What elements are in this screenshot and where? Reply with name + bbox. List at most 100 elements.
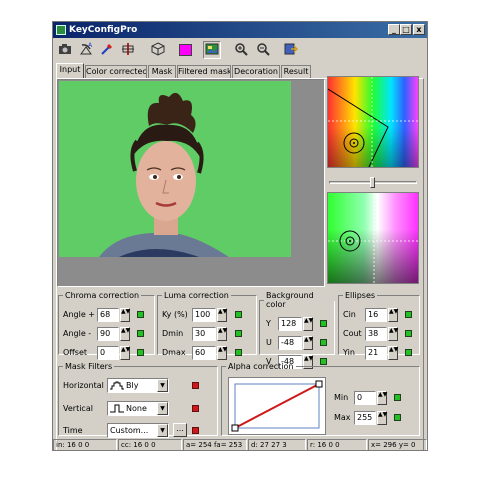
- horizontal-filter-value: Bly: [126, 381, 139, 390]
- alpha-correction-group: Alpha correction Min 0 ▲▼ Max 255 ▲▼: [221, 362, 420, 436]
- alpha-min-input[interactable]: 0: [354, 391, 376, 405]
- angle-plus-spinner[interactable]: ▲▼: [120, 308, 130, 322]
- swatch-fill: [179, 44, 192, 56]
- cin-label: Cin: [343, 310, 356, 319]
- background-color-group: Background color Y 128 ▲▼ U -48 ▲▼ V -48…: [259, 291, 335, 369]
- vertical-filter-select[interactable]: None ▼: [107, 401, 169, 416]
- offset-input[interactable]: 0: [97, 346, 119, 360]
- status-input: in: 16 0 0: [53, 439, 117, 450]
- horizontal-filter-select[interactable]: Bly ▼: [107, 378, 169, 393]
- y-led[interactable]: [320, 320, 327, 327]
- offset-spinner[interactable]: ▲▼: [120, 346, 130, 360]
- ky-spinner[interactable]: ▲▼: [217, 308, 227, 322]
- cube-icon[interactable]: [149, 41, 167, 59]
- dmin-label: Dmin: [162, 329, 184, 338]
- camera-icon[interactable]: [56, 41, 74, 59]
- alpha-min-led[interactable]: [394, 394, 401, 401]
- time-browse-button[interactable]: ...: [173, 423, 187, 437]
- angle-minus-input[interactable]: 90: [97, 327, 119, 341]
- cout-input[interactable]: 38: [365, 327, 387, 341]
- y-spinner[interactable]: ▲▼: [303, 317, 313, 331]
- cin-spinner[interactable]: ▲▼: [388, 308, 398, 322]
- cout-spinner[interactable]: ▲▼: [388, 327, 398, 341]
- alpha-max-input[interactable]: 255: [354, 411, 376, 425]
- export-icon[interactable]: [282, 41, 300, 59]
- vertical-led[interactable]: [192, 405, 199, 412]
- cout-label: Cout: [343, 329, 362, 338]
- offset-label: Offset: [63, 348, 88, 357]
- image-viewer[interactable]: [57, 79, 325, 287]
- chevron-down-icon[interactable]: ▼: [157, 379, 168, 392]
- time-filter-select[interactable]: Custom... ▼: [107, 423, 169, 438]
- input-photo: [59, 81, 291, 257]
- ky-led[interactable]: [235, 311, 242, 318]
- dmin-led[interactable]: [235, 330, 242, 337]
- yin-input[interactable]: 21: [365, 346, 387, 360]
- svg-text:A: A: [88, 42, 93, 49]
- alpha-handle-low[interactable]: [231, 424, 239, 432]
- ellipses-group: Ellipses Cin 16 ▲▼ Cout 38 ▲▼ Yin 21 ▲▼: [338, 291, 420, 360]
- mask-filters-title: Mask Filters: [65, 362, 113, 371]
- alpha-max-led[interactable]: [394, 414, 401, 421]
- vectorscope-upper[interactable]: [327, 76, 419, 168]
- u-spinner[interactable]: ▲▼: [303, 336, 313, 350]
- ellipses-title: Ellipses: [345, 291, 376, 300]
- dmax-label: Dmax: [162, 348, 186, 357]
- time-label: Time: [63, 426, 83, 435]
- tab-result[interactable]: Result: [281, 65, 311, 79]
- yin-label: Yin: [343, 348, 355, 357]
- u-input[interactable]: -48: [278, 336, 302, 350]
- cout-led[interactable]: [405, 330, 412, 337]
- chevron-down-icon[interactable]: ▼: [157, 424, 168, 437]
- dmin-input[interactable]: 30: [192, 327, 216, 341]
- dmax-input[interactable]: 60: [192, 346, 216, 360]
- alpha-min-spinner[interactable]: ▲▼: [377, 391, 387, 405]
- maximize-button[interactable]: □: [400, 24, 412, 35]
- offset-led[interactable]: [137, 349, 144, 356]
- horizontal-led[interactable]: [192, 382, 199, 389]
- cin-input[interactable]: 16: [365, 308, 387, 322]
- angle-plus-led[interactable]: [137, 311, 144, 318]
- yin-led[interactable]: [405, 349, 412, 356]
- status-xy: x= 296 y= 0: [368, 439, 427, 450]
- status-r: r: 16 0 0: [307, 439, 367, 450]
- tab-color-corrected[interactable]: Color correctec: [85, 65, 147, 79]
- vectorscope-lower[interactable]: [327, 192, 419, 284]
- zoom-in-icon[interactable]: [232, 41, 250, 59]
- ky-input[interactable]: 100: [192, 308, 216, 322]
- dmin-spinner[interactable]: ▲▼: [217, 327, 227, 341]
- satellite-dish-icon[interactable]: A: [77, 41, 95, 59]
- angle-minus-led[interactable]: [137, 330, 144, 337]
- dmax-led[interactable]: [235, 349, 242, 356]
- magenta-color-swatch[interactable]: [177, 41, 195, 59]
- zoom-out-icon[interactable]: [254, 41, 272, 59]
- scope-slider-thumb[interactable]: [370, 177, 375, 188]
- chevron-down-icon[interactable]: ▼: [157, 402, 168, 415]
- plus-split-icon[interactable]: [119, 41, 137, 59]
- tab-mask[interactable]: Mask: [148, 65, 176, 79]
- alpha-handle-high[interactable]: [315, 380, 323, 388]
- y-input[interactable]: 128: [278, 317, 302, 331]
- tab-filtered-mask[interactable]: Filtered mask: [177, 65, 231, 79]
- toolbar: A: [53, 39, 427, 61]
- image-icon[interactable]: [203, 41, 221, 59]
- angle-minus-spinner[interactable]: ▲▼: [120, 327, 130, 341]
- time-led[interactable]: [192, 427, 199, 434]
- close-button[interactable]: x: [413, 24, 425, 35]
- cin-led[interactable]: [405, 311, 412, 318]
- u-led[interactable]: [320, 339, 327, 346]
- chroma-correction-title: Chroma correction: [65, 291, 140, 300]
- luma-correction-group: Luma correction Ky (%) 100 ▲▼ Dmin 30 ▲▼…: [157, 291, 257, 360]
- dmax-spinner[interactable]: ▲▼: [217, 346, 227, 360]
- yin-spinner[interactable]: ▲▼: [388, 346, 398, 360]
- title-bar[interactable]: KeyConfigPro _ □ x: [53, 22, 427, 38]
- eyedropper-icon[interactable]: [98, 41, 116, 59]
- minimize-button[interactable]: _: [388, 24, 400, 35]
- alpha-max-spinner[interactable]: ▲▼: [377, 411, 387, 425]
- alpha-curve-editor[interactable]: [228, 377, 326, 435]
- chroma-correction-group: Chroma correction Angle + 68 ▲▼ Angle - …: [58, 291, 155, 360]
- angle-plus-input[interactable]: 68: [97, 308, 119, 322]
- tab-decoration[interactable]: Decoration: [232, 65, 280, 79]
- background-color-title: Background color: [266, 291, 314, 309]
- tab-input[interactable]: Input: [56, 63, 84, 79]
